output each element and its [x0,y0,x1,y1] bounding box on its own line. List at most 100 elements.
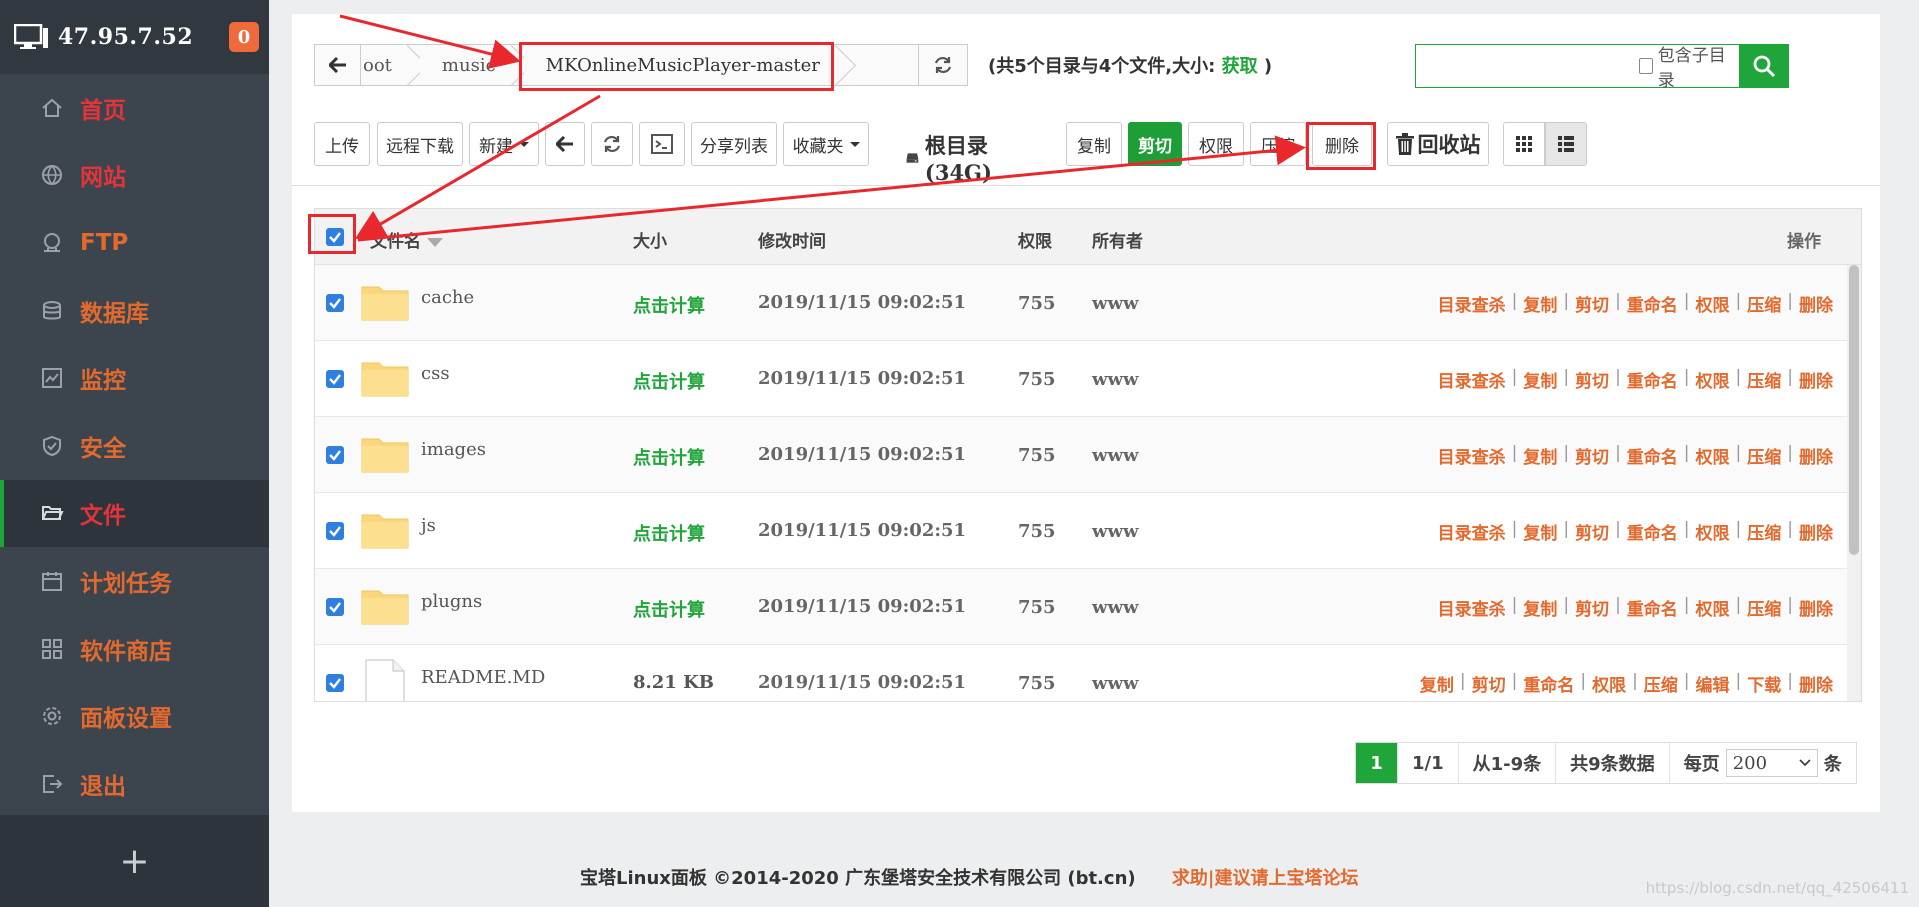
row-checkbox[interactable] [326,294,344,312]
row-op-link[interactable]: 权限 [1696,595,1730,620]
file-size[interactable]: 点击计算 [633,368,705,394]
row-op-link[interactable]: 权限 [1592,671,1626,696]
sidebar-item-0[interactable]: 首页 [0,74,269,142]
row-checkbox[interactable] [326,598,344,616]
row-op-link[interactable]: 复制 [1523,519,1557,544]
header-size[interactable]: 大小 [633,227,667,252]
file-name[interactable]: plugns [421,591,482,612]
row-op-link[interactable]: 权限 [1696,367,1730,392]
page-current[interactable]: 1 [1356,743,1398,783]
header-name[interactable]: 文件名 [370,227,443,252]
per-page-select[interactable]: 200 [1725,749,1818,777]
row-op-link[interactable]: 重命名 [1627,519,1678,544]
row-op-link[interactable]: 压缩 [1644,671,1678,696]
row-op-link[interactable]: 权限 [1696,291,1730,316]
file-size[interactable]: 点击计算 [633,444,705,470]
file-name[interactable]: cache [421,287,474,308]
row-op-link[interactable]: 下载 [1747,671,1781,696]
row-op-link[interactable]: 压缩 [1747,443,1781,468]
share-list-button[interactable]: 分享列表 [691,122,777,166]
row-op-link[interactable]: 删除 [1799,443,1833,468]
sidebar-item-4[interactable]: 监控 [0,344,269,412]
sidebar-item-7[interactable]: 计划任务 [0,547,269,615]
row-op-link[interactable]: 编辑 [1696,671,1730,696]
table-row[interactable]: js 点击计算 2019/11/15 09:02:51 755 www 目录查杀 | 复制 | 剪… [315,493,1861,569]
message-badge[interactable]: 0 [229,22,259,52]
new-dropdown-button[interactable]: 新建 [469,122,539,166]
row-op-link[interactable]: 复制 [1523,595,1557,620]
sidebar-item-2[interactable]: FTP [0,209,269,277]
file-size[interactable]: 点击计算 [633,596,705,622]
table-scrollbar[interactable] [1847,265,1861,701]
search-input[interactable] [1416,45,1639,87]
file-perm[interactable]: 755 [1018,673,1056,694]
row-op-link[interactable]: 剪切 [1575,291,1609,316]
icon-view-button[interactable] [1503,122,1545,166]
row-op-link[interactable]: 权限 [1696,519,1730,544]
cut-button[interactable]: 剪切 [1128,122,1182,166]
compress-button[interactable]: 压缩 [1250,122,1306,166]
sidebar-item-3[interactable]: 数据库 [0,277,269,345]
breadcrumb-item-current[interactable]: MKOnlineMusicPlayer-master [523,45,848,85]
list-view-button[interactable] [1545,122,1587,166]
row-op-link[interactable]: 复制 [1523,291,1557,316]
file-name[interactable]: images [421,439,486,460]
back-dir-button[interactable] [545,122,585,166]
row-op-link[interactable]: 目录查杀 [1438,291,1506,316]
breadcrumb-item-root[interactable]: oot [361,45,420,85]
root-disk-label[interactable]: 根目录(34G) [906,130,1001,185]
row-op-link[interactable]: 目录查杀 [1438,595,1506,620]
row-op-link[interactable]: 删除 [1799,367,1833,392]
sidebar-item-9[interactable]: 面板设置 [0,682,269,750]
upload-button[interactable]: 上传 [314,122,370,166]
refresh-path-button[interactable] [918,44,968,86]
table-row[interactable]: README.MD 8.21 KB 2019/11/15 09:02:51 755 ww… [315,645,1861,701]
row-op-link[interactable]: 重命名 [1627,595,1678,620]
back-button[interactable] [315,45,361,85]
sidebar-item-5[interactable]: 安全 [0,412,269,480]
row-op-link[interactable]: 压缩 [1747,291,1781,316]
file-perm[interactable]: 755 [1018,597,1056,618]
row-checkbox[interactable] [326,446,344,464]
sidebar-item-1[interactable]: 网站 [0,142,269,210]
row-op-link[interactable]: 删除 [1799,291,1833,316]
row-op-link[interactable]: 目录查杀 [1438,519,1506,544]
row-op-link[interactable]: 复制 [1523,443,1557,468]
row-op-link[interactable]: 剪切 [1472,671,1506,696]
file-size[interactable]: 点击计算 [633,292,705,318]
row-checkbox[interactable] [326,674,344,692]
search-button[interactable] [1739,45,1788,87]
row-op-link[interactable]: 压缩 [1747,367,1781,392]
breadcrumb-item-music[interactable]: music [419,45,524,85]
file-size[interactable]: 点击计算 [633,520,705,546]
sidebar-item-10[interactable]: 退出 [0,750,269,818]
row-op-link[interactable]: 剪切 [1575,367,1609,392]
row-op-link[interactable]: 压缩 [1747,595,1781,620]
row-op-link[interactable]: 压缩 [1747,519,1781,544]
file-perm[interactable]: 755 [1018,521,1056,542]
terminal-button[interactable] [639,122,685,166]
row-op-link[interactable]: 删除 [1799,595,1833,620]
favorites-dropdown-button[interactable]: 收藏夹 [783,122,869,166]
file-perm[interactable]: 755 [1018,445,1056,466]
row-op-link[interactable]: 删除 [1799,519,1833,544]
row-op-link[interactable]: 权限 [1696,443,1730,468]
header-mtime[interactable]: 修改时间 [758,227,826,252]
row-op-link[interactable]: 重命名 [1523,671,1574,696]
refresh-button[interactable] [591,122,633,166]
row-checkbox[interactable] [326,522,344,540]
row-op-link[interactable]: 重命名 [1627,367,1678,392]
row-checkbox[interactable] [326,370,344,388]
remote-download-button[interactable]: 远程下载 [377,122,463,166]
row-op-link[interactable]: 剪切 [1575,519,1609,544]
permission-button[interactable]: 权限 [1188,122,1244,166]
row-op-link[interactable]: 重命名 [1627,443,1678,468]
file-name[interactable]: README.MD [421,667,545,688]
copy-button[interactable]: 复制 [1066,122,1122,166]
file-perm[interactable]: 755 [1018,369,1056,390]
file-perm[interactable]: 755 [1018,293,1056,314]
include-subdir-checkbox[interactable]: 包含子目录 [1639,45,1739,91]
row-op-link[interactable]: 重命名 [1627,291,1678,316]
row-op-link[interactable]: 剪切 [1575,595,1609,620]
row-op-link[interactable]: 删除 [1799,671,1833,696]
